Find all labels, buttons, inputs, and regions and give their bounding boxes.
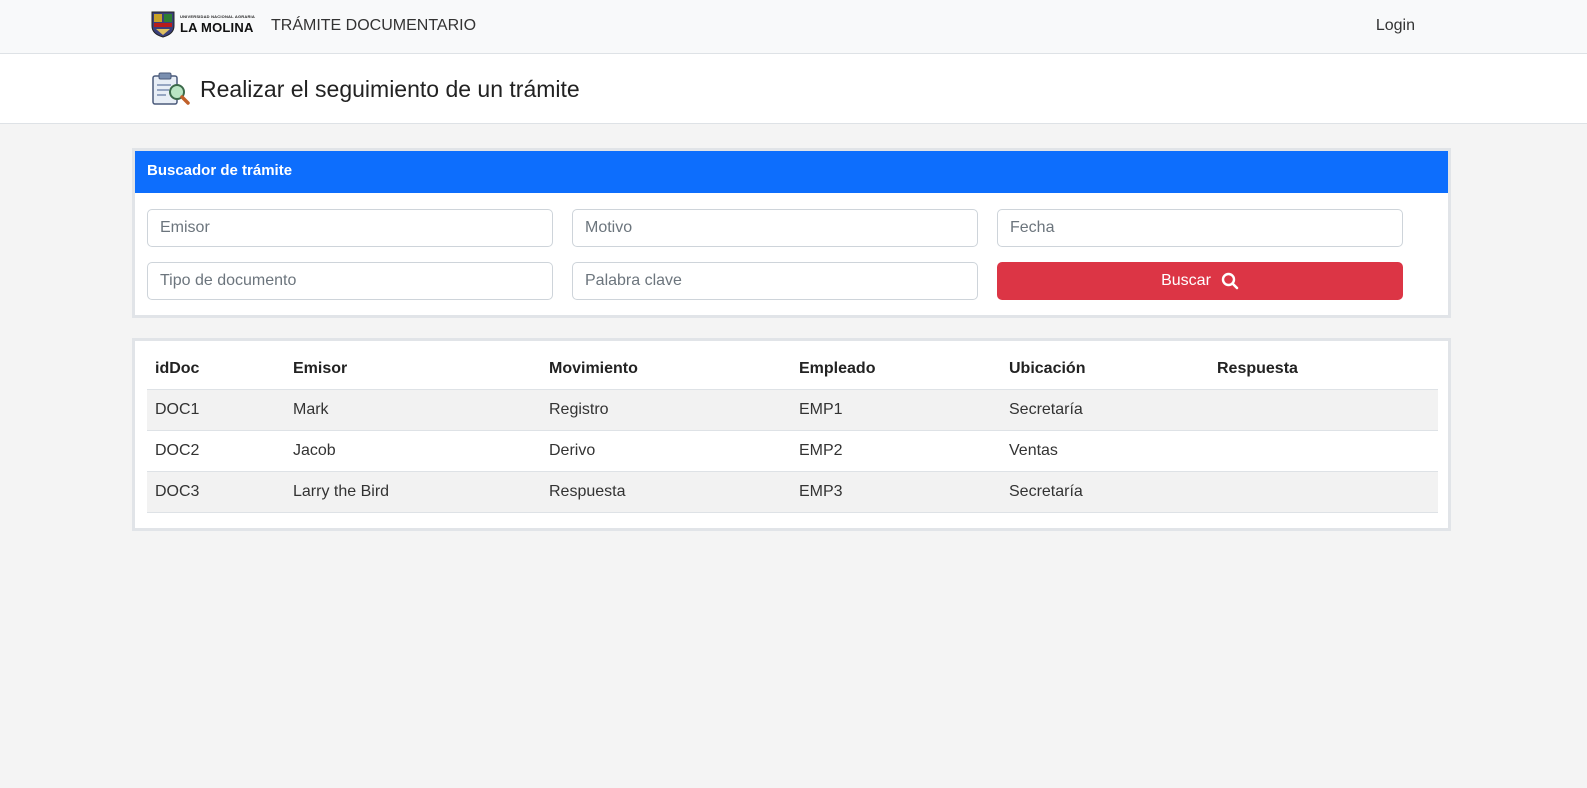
- table-cell: [1209, 389, 1438, 431]
- table-cell: DOC3: [147, 471, 285, 513]
- app-title[interactable]: TRÁMITE DOCUMENTARIO: [271, 17, 476, 35]
- results-card: idDoc Emisor Movimiento Empleado Ubicaci…: [132, 338, 1451, 531]
- brand-name: LA MOLINA: [180, 19, 254, 35]
- table-row: DOC1 Mark Registro EMP1 Secretaría: [147, 389, 1438, 431]
- column-header: Ubicación: [1001, 349, 1209, 390]
- results-table: idDoc Emisor Movimiento Empleado Ubicaci…: [147, 349, 1438, 513]
- tipo-documento-input[interactable]: [147, 262, 553, 300]
- table-cell: EMP3: [791, 471, 1001, 513]
- table-cell: [1209, 430, 1438, 472]
- table-cell: Mark: [285, 389, 541, 431]
- palabra-clave-input[interactable]: [572, 262, 978, 300]
- motivo-input[interactable]: [572, 209, 978, 247]
- emisor-input[interactable]: [147, 209, 553, 247]
- table-cell: Derivo: [541, 430, 791, 472]
- search-icon: [1221, 272, 1239, 290]
- table-cell: DOC1: [147, 389, 285, 431]
- brand-subtitle: UNIVERSIDAD NACIONAL AGRARIA: [180, 13, 255, 19]
- clipboard-search-icon: [152, 72, 190, 105]
- fecha-input[interactable]: [997, 209, 1403, 247]
- column-header: Movimiento: [541, 349, 791, 390]
- login-link[interactable]: Login: [1376, 17, 1415, 35]
- table-cell: Larry the Bird: [285, 471, 541, 513]
- top-navbar: UNIVERSIDAD NACIONAL AGRARIA LA MOLINA T…: [0, 0, 1587, 54]
- table-cell: Jacob: [285, 430, 541, 472]
- table-row: DOC2 Jacob Derivo EMP2 Ventas: [147, 430, 1438, 472]
- page-title: Realizar el seguimiento de un trámite: [200, 76, 580, 102]
- page-header: Realizar el seguimiento de un trámite: [0, 54, 1587, 124]
- column-header: idDoc: [147, 349, 285, 390]
- table-cell: Registro: [541, 389, 791, 431]
- table-cell: Respuesta: [541, 471, 791, 513]
- table-cell: Secretaría: [1001, 471, 1209, 513]
- table-row: DOC3 Larry the Bird Respuesta EMP3 Secre…: [147, 471, 1438, 513]
- search-button-label: Buscar: [1161, 272, 1211, 289]
- search-card-header: Buscador de trámite: [135, 151, 1448, 193]
- column-header: Emisor: [285, 349, 541, 390]
- search-card: Buscador de trámite Buscar: [132, 148, 1451, 318]
- table-cell: EMP2: [791, 430, 1001, 472]
- table-cell: [1209, 471, 1438, 513]
- table-header-row: idDoc Emisor Movimiento Empleado Ubicaci…: [147, 349, 1438, 390]
- column-header: Empleado: [791, 349, 1001, 390]
- table-cell: Secretaría: [1001, 389, 1209, 431]
- table-cell: EMP1: [791, 389, 1001, 431]
- crest-icon: [151, 11, 175, 38]
- column-header: Respuesta: [1209, 349, 1438, 390]
- table-cell: DOC2: [147, 430, 285, 472]
- search-button[interactable]: Buscar: [997, 262, 1403, 300]
- table-cell: Ventas: [1001, 430, 1209, 472]
- university-logo[interactable]: UNIVERSIDAD NACIONAL AGRARIA LA MOLINA: [150, 9, 255, 39]
